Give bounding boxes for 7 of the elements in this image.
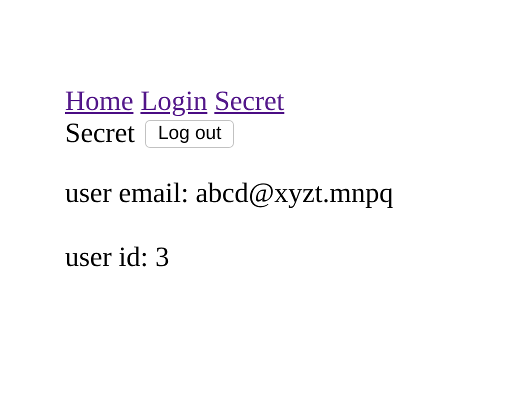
info-text: user id: 3 xyxy=(65,242,170,273)
log-out-button[interactable]: Log out xyxy=(144,120,234,148)
page-title: Secret xyxy=(65,118,135,150)
nav-link[interactable]: Home xyxy=(65,86,134,117)
nav-link[interactable]: Secret xyxy=(214,86,284,117)
nav-link[interactable]: Login xyxy=(140,86,208,117)
info-text: user email: abcd@xyzt.mnpq xyxy=(65,178,394,209)
